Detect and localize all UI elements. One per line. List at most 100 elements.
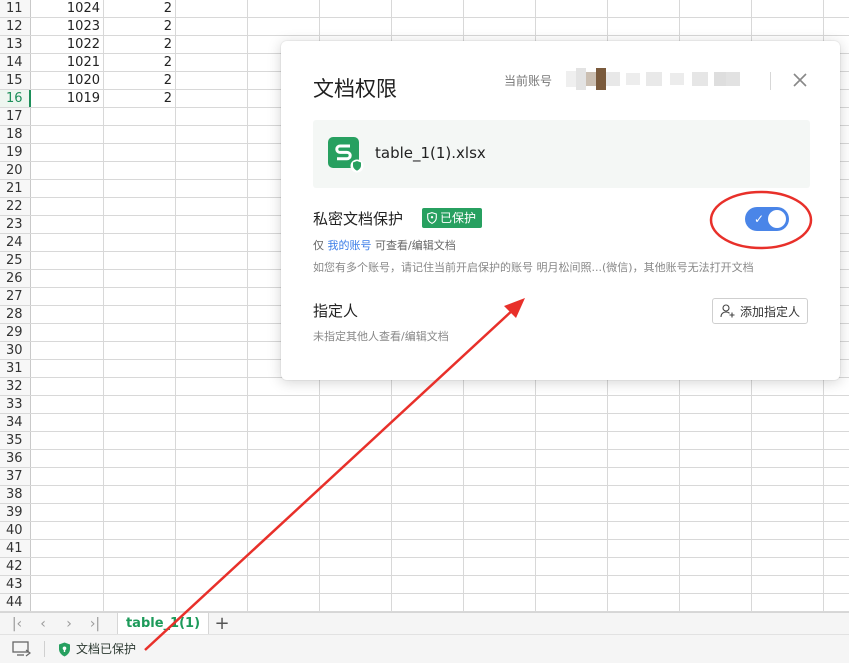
shield-icon	[59, 642, 70, 656]
row-header[interactable]: 11	[0, 0, 31, 17]
row-header[interactable]: 33	[0, 396, 31, 413]
designee-subtitle: 未指定其他人查看/编辑文档	[313, 330, 449, 343]
private-protection-toggle[interactable]: ✓	[745, 207, 789, 231]
row-header[interactable]: 18	[0, 126, 31, 143]
row-header[interactable]: 39	[0, 504, 31, 521]
row-header[interactable]: 27	[0, 288, 31, 305]
cell-column-a[interactable]: 1019	[31, 90, 103, 107]
designee-title: 指定人	[313, 302, 359, 320]
protection-scope-text: 仅 我的账号 可查看/编辑文档	[313, 237, 456, 253]
add-designee-label: 添加指定人	[739, 304, 800, 319]
row-header[interactable]: 14	[0, 54, 31, 71]
row-header[interactable]: 23	[0, 216, 31, 233]
toggle-knob	[768, 210, 786, 228]
table-row: 36	[0, 450, 849, 468]
header-divider	[770, 72, 771, 90]
table-row: 40	[0, 522, 849, 540]
add-user-icon	[720, 304, 735, 318]
cell-column-a[interactable]: 1024	[31, 0, 103, 17]
sheet-tab-bar: |‹ ‹ › ›| table_1(1) +	[0, 612, 849, 634]
row-header[interactable]: 42	[0, 558, 31, 575]
check-icon: ✓	[754, 212, 765, 226]
row-header[interactable]: 15	[0, 72, 31, 89]
row-header[interactable]: 31	[0, 360, 31, 377]
cell-column-a[interactable]: 1022	[31, 36, 103, 53]
protected-badge-label: 已保护	[440, 211, 477, 225]
row-header[interactable]: 30	[0, 342, 31, 359]
row-header[interactable]: 24	[0, 234, 31, 251]
table-row: 12 1023 2	[0, 18, 849, 36]
row-header[interactable]: 20	[0, 162, 31, 179]
protection-warning-text: 如您有多个账号，请记住当前开启保护的账号 明月松间照...(微信)，其他账号无法…	[313, 261, 754, 274]
table-row: 33	[0, 396, 849, 414]
cell-column-b[interactable]: 2	[103, 72, 175, 89]
protected-badge: 已保护	[422, 208, 483, 228]
row-header[interactable]: 43	[0, 576, 31, 593]
file-card: table_1(1).xlsx	[313, 120, 810, 188]
row-header[interactable]: 12	[0, 18, 31, 35]
cell-column-b[interactable]: 2	[103, 54, 175, 71]
prev-sheet-icon[interactable]: ‹	[34, 616, 52, 632]
file-name: table_1(1).xlsx	[375, 144, 486, 162]
row-header[interactable]: 13	[0, 36, 31, 53]
shield-icon	[427, 212, 437, 224]
sheet-tab[interactable]: table_1(1)	[117, 613, 209, 634]
spreadsheet-file-icon	[328, 137, 364, 173]
table-row: 42	[0, 558, 849, 576]
screen-share-icon[interactable]	[12, 641, 32, 657]
my-account-link[interactable]: 我的账号	[328, 239, 372, 252]
scope-prefix: 仅	[313, 239, 324, 252]
row-header[interactable]: 22	[0, 198, 31, 215]
table-row: 35	[0, 432, 849, 450]
table-row: 43	[0, 576, 849, 594]
current-account-label: 当前账号	[504, 74, 553, 88]
cell-column-b[interactable]: 2	[103, 90, 175, 107]
add-designee-button[interactable]: 添加指定人	[712, 298, 808, 324]
table-row: 38	[0, 486, 849, 504]
cell-column-a[interactable]: 1021	[31, 54, 103, 71]
cell-column-b[interactable]: 2	[103, 18, 175, 35]
row-header[interactable]: 35	[0, 432, 31, 449]
row-header[interactable]: 32	[0, 378, 31, 395]
table-row: 34	[0, 414, 849, 432]
row-header[interactable]: 34	[0, 414, 31, 431]
first-sheet-icon[interactable]: |‹	[8, 616, 26, 632]
table-row: 11 1024 2	[0, 0, 849, 18]
table-row: 32	[0, 378, 849, 396]
table-row: 44	[0, 594, 849, 612]
row-header[interactable]: 21	[0, 180, 31, 197]
add-sheet-button[interactable]: +	[212, 614, 232, 634]
status-bar: 文档已保护	[0, 634, 849, 663]
scope-suffix: 可查看/编辑文档	[375, 239, 456, 252]
last-sheet-icon[interactable]: ›|	[86, 616, 104, 632]
dialog-title: 文档权限	[313, 77, 397, 101]
row-header[interactable]: 29	[0, 324, 31, 341]
table-row: 37	[0, 468, 849, 486]
status-divider	[44, 641, 45, 657]
row-header[interactable]: 19	[0, 144, 31, 161]
next-sheet-icon[interactable]: ›	[60, 616, 78, 632]
cell-column-a[interactable]: 1023	[31, 18, 103, 35]
row-header[interactable]: 40	[0, 522, 31, 539]
document-protected-label: 文档已保护	[76, 642, 137, 656]
document-permission-dialog: 文档权限 当前账号 table_1(1).xlsx 私密文档保护 已保护 ✓ 仅…	[281, 41, 840, 380]
row-header[interactable]: 37	[0, 468, 31, 485]
table-row: 41	[0, 540, 849, 558]
row-header[interactable]: 36	[0, 450, 31, 467]
row-header[interactable]: 38	[0, 486, 31, 503]
close-icon[interactable]	[790, 70, 810, 90]
row-header[interactable]: 17	[0, 108, 31, 125]
row-header[interactable]: 16	[0, 90, 31, 107]
cell-column-b[interactable]: 2	[103, 36, 175, 53]
table-row: 39	[0, 504, 849, 522]
row-header[interactable]: 26	[0, 270, 31, 287]
row-header[interactable]: 25	[0, 252, 31, 269]
row-header[interactable]: 44	[0, 594, 31, 611]
row-header[interactable]: 41	[0, 540, 31, 557]
private-protection-title: 私密文档保护	[313, 210, 404, 228]
document-protected-status[interactable]: 文档已保护	[58, 640, 136, 658]
row-header[interactable]: 28	[0, 306, 31, 323]
account-avatar-redacted	[566, 68, 740, 90]
cell-column-a[interactable]: 1020	[31, 72, 103, 89]
cell-column-b[interactable]: 2	[103, 0, 175, 17]
